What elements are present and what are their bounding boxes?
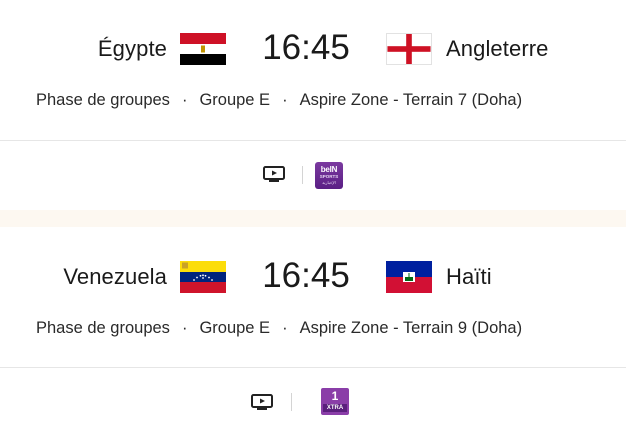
phase-label: Phase de groupes [36,319,170,337]
group-label: Groupe E [199,91,271,109]
match-details: Phase de groupes · Groupe E · Aspire Zone - … [36,320,522,337]
group-label: Groupe E [199,319,271,337]
dot-separator: · [181,319,188,337]
broadcast-separator [291,393,292,411]
card-divider [0,140,626,141]
venue-label: Aspire Zone - Terrain 9 (Doha) [299,319,523,337]
phase-label: Phase de groupes [36,91,170,109]
england-flag-icon [386,33,432,65]
card-divider [0,367,626,368]
venezuela-flag-icon [180,261,226,293]
away-team-name: Haïti [446,264,492,289]
egypt-flag-icon [180,33,226,65]
dot-separator: · [282,319,288,337]
match-card[interactable]: Venezuela 16:45 Haïti Phase de groupes · G… [0,227,626,437]
away-team-name: Angleterre [446,36,549,61]
xtra-channel-logo[interactable]: 1 XTRA [321,388,349,415]
home-team-name: Venezuela [63,264,167,289]
tv-icon [263,166,285,182]
dot-separator: · [181,91,188,109]
match-time: 16:45 [262,28,350,67]
card-separator-band [0,210,626,227]
match-card[interactable]: Égypte 16:45 Angleterre Phase de groupes… [0,0,626,210]
venue-label: Aspire Zone - Terrain 7 (Doha) [299,91,523,109]
home-team-name: Égypte [97,36,167,61]
tv-icon [251,394,273,410]
bein-sports-logo[interactable]: beIN SPORTS الإخبارية [315,162,343,189]
broadcast-separator [302,166,303,184]
haiti-flag-icon [386,261,432,293]
dot-separator: · [282,91,288,109]
match-time: 16:45 [262,256,350,295]
match-details: Phase de groupes · Groupe E · Aspire Zone - … [36,92,522,109]
